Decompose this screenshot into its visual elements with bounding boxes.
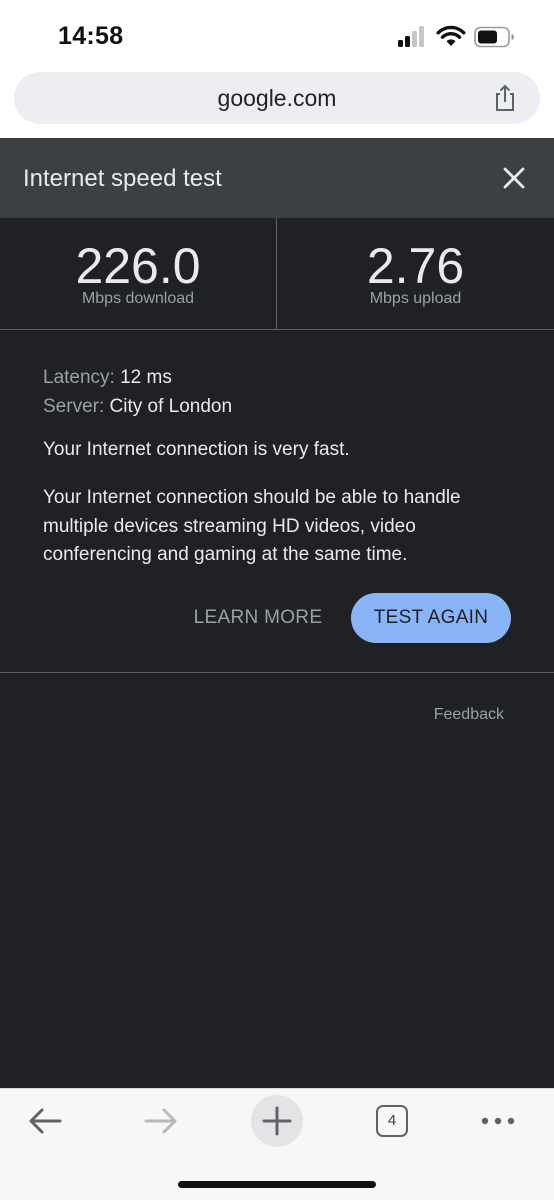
server-label: Server: [43, 396, 105, 417]
tab-switcher-button[interactable]: 4 [376, 1105, 408, 1137]
download-value: 226.0 [75, 238, 201, 294]
connection-summary: Your Internet connection is very fast. [43, 439, 350, 460]
test-again-button[interactable]: TEST AGAIN [351, 593, 511, 643]
speed-test-panel: Internet speed test 226.0 Mbps download … [0, 138, 554, 1088]
more-icon[interactable] [474, 1101, 524, 1141]
home-indicator [178, 1181, 376, 1188]
upload-value: 2.76 [366, 238, 465, 294]
divider [0, 672, 554, 673]
speed-results: 226.0 Mbps download 2.76 Mbps upload [0, 218, 554, 330]
download-unit: Mbps download [81, 290, 195, 307]
close-icon[interactable] [498, 162, 530, 194]
plus-icon [262, 1106, 292, 1136]
address-bar[interactable]: google.com [14, 72, 540, 124]
forward-arrow-icon[interactable] [136, 1101, 186, 1141]
upload-result: 2.76 Mbps upload [277, 218, 554, 329]
latency-value: 12 ms [120, 367, 172, 388]
learn-more-button[interactable]: LEARN MORE [180, 593, 336, 643]
status-time: 14:58 [58, 22, 124, 50]
status-icons [398, 25, 518, 48]
speed-test-title: Internet speed test [23, 165, 222, 192]
server-line: Server: City of London [43, 392, 513, 421]
latency-line: Latency: 12 ms [43, 363, 513, 392]
battery-icon [474, 26, 514, 48]
speed-test-header: Internet speed test [0, 138, 554, 218]
signal-icon [398, 25, 428, 47]
wifi-icon [436, 25, 466, 46]
download-result: 226.0 Mbps download [0, 218, 277, 329]
feedback-link[interactable]: Feedback [434, 706, 504, 724]
server-value: City of London [109, 396, 233, 417]
status-bar: 14:58 [0, 0, 554, 72]
latency-label: Latency: [43, 367, 115, 388]
upload-unit: Mbps upload [369, 290, 462, 307]
connection-description: Your Internet connection should be able … [43, 487, 461, 565]
share-icon[interactable] [490, 83, 520, 113]
new-tab-button[interactable] [251, 1095, 303, 1147]
url-text[interactable]: google.com [14, 85, 540, 112]
back-arrow-icon[interactable] [20, 1101, 70, 1141]
connection-details: Latency: 12 ms Server: City of London [43, 363, 513, 421]
